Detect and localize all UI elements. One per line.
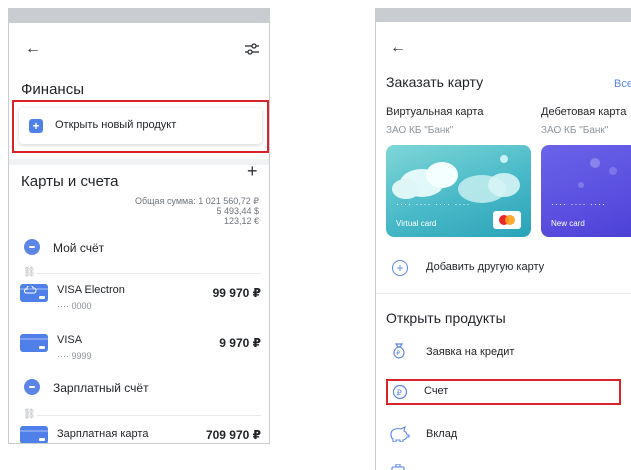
plus-circle-icon: + (392, 260, 408, 276)
product-row-account[interactable]: ₽ Счет (386, 381, 621, 403)
back-arrow-icon[interactable]: ← (25, 41, 41, 57)
filter-sliders-icon[interactable] (245, 43, 259, 55)
plus-square-icon: + (29, 119, 43, 133)
card-name: VISA Electron (57, 284, 125, 296)
debit-card-image[interactable]: ···· ···· ···· New card (541, 145, 631, 237)
card-label: New card (551, 219, 585, 228)
debit-card-bank: ЗАО КБ "Банк" (541, 125, 609, 136)
virtual-card-image[interactable]: ···· ···· ···· ···· Virtual card (386, 145, 531, 237)
account-row-my[interactable]: Мой счёт (9, 235, 269, 261)
card-amount: 99 970 ₽ (212, 286, 261, 300)
order-card-title: Заказать карту (386, 74, 484, 90)
open-product-label: Открыть новый продукт (55, 119, 177, 131)
card-number: ···· 0000 (57, 301, 92, 311)
back-arrow-icon[interactable]: ← (390, 40, 406, 56)
all-link[interactable]: Все (614, 78, 631, 90)
row-divider (37, 273, 261, 274)
link-chain-icon: ⛓ (23, 267, 36, 278)
status-bar (376, 8, 631, 22)
account-name: Зарплатный счёт (53, 381, 149, 395)
virtual-card-title: Виртуальная карта (386, 106, 484, 118)
left-screen: ← Финансы + Открыть новый продукт Карты … (8, 8, 270, 444)
card-amount: 709 970 ₽ (205, 428, 261, 442)
debit-card-title: Дебетовая карта (541, 106, 627, 118)
ruble-coin-icon: ₽ (392, 384, 408, 400)
account-row-salary[interactable]: Зарплатный счёт (9, 375, 269, 401)
card-icon (20, 334, 48, 352)
total-eur: 123,12 € (223, 216, 259, 226)
card-amount: 9 970 ₽ (219, 336, 261, 350)
card-name: Зарплатная карта (57, 428, 149, 440)
account-name: Мой счёт (53, 241, 105, 255)
cloud-icon (24, 286, 37, 294)
cards-accounts-title: Карты и счета (21, 173, 119, 190)
open-product-button[interactable]: + Открыть новый продукт (19, 108, 262, 144)
card-number-mask: ···· ···· ···· (551, 199, 606, 209)
add-other-card-label: Добавить другую карту (426, 261, 545, 273)
svg-text:₽: ₽ (396, 350, 400, 357)
account-icon (24, 379, 40, 395)
next-product-icon (391, 464, 405, 470)
total-usd: 5 493,44 $ (216, 206, 259, 216)
card-number-mask: ···· ···· ···· ···· (396, 199, 471, 209)
card-row-salary-card[interactable]: Зарплатная карта 709 970 ₽ (9, 423, 269, 443)
card-name: VISA (57, 334, 83, 346)
piggy-bank-icon (390, 426, 410, 442)
card-row-visa-electron[interactable]: VISA Electron ···· 0000 99 970 ₽ (9, 281, 269, 315)
product-label: Вклад (426, 428, 458, 440)
open-products-title: Открыть продукты (386, 310, 506, 326)
product-label: Заявка на кредит (426, 346, 515, 358)
product-row-deposit[interactable]: Вклад (376, 424, 631, 448)
card-label: Virtual card (396, 219, 437, 228)
card-row-visa[interactable]: VISA ···· 9999 9 970 ₽ (9, 331, 269, 365)
row-divider (37, 415, 261, 416)
status-bar (9, 9, 269, 23)
svg-text:₽: ₽ (397, 388, 402, 397)
virtual-card-bank: ЗАО КБ "Банк" (386, 125, 454, 136)
add-icon[interactable]: + (247, 161, 258, 182)
right-screen: ← Заказать карту Все Виртуальная карта З… (375, 8, 631, 470)
card-icon (20, 426, 48, 443)
add-other-card-row[interactable]: + Добавить другую карту (376, 258, 631, 282)
section-divider (376, 293, 631, 294)
section-title-finance: Финансы (21, 81, 84, 98)
card-number: ···· 9999 (57, 351, 92, 361)
account-icon (24, 239, 40, 255)
section-divider (9, 159, 269, 165)
mastercard-icon (493, 211, 521, 229)
product-label: Счет (424, 385, 449, 397)
product-row-credit[interactable]: ₽ Заявка на кредит (376, 342, 631, 366)
link-chain-icon: ⛓ (23, 409, 36, 420)
money-bag-icon: ₽ (393, 343, 405, 359)
